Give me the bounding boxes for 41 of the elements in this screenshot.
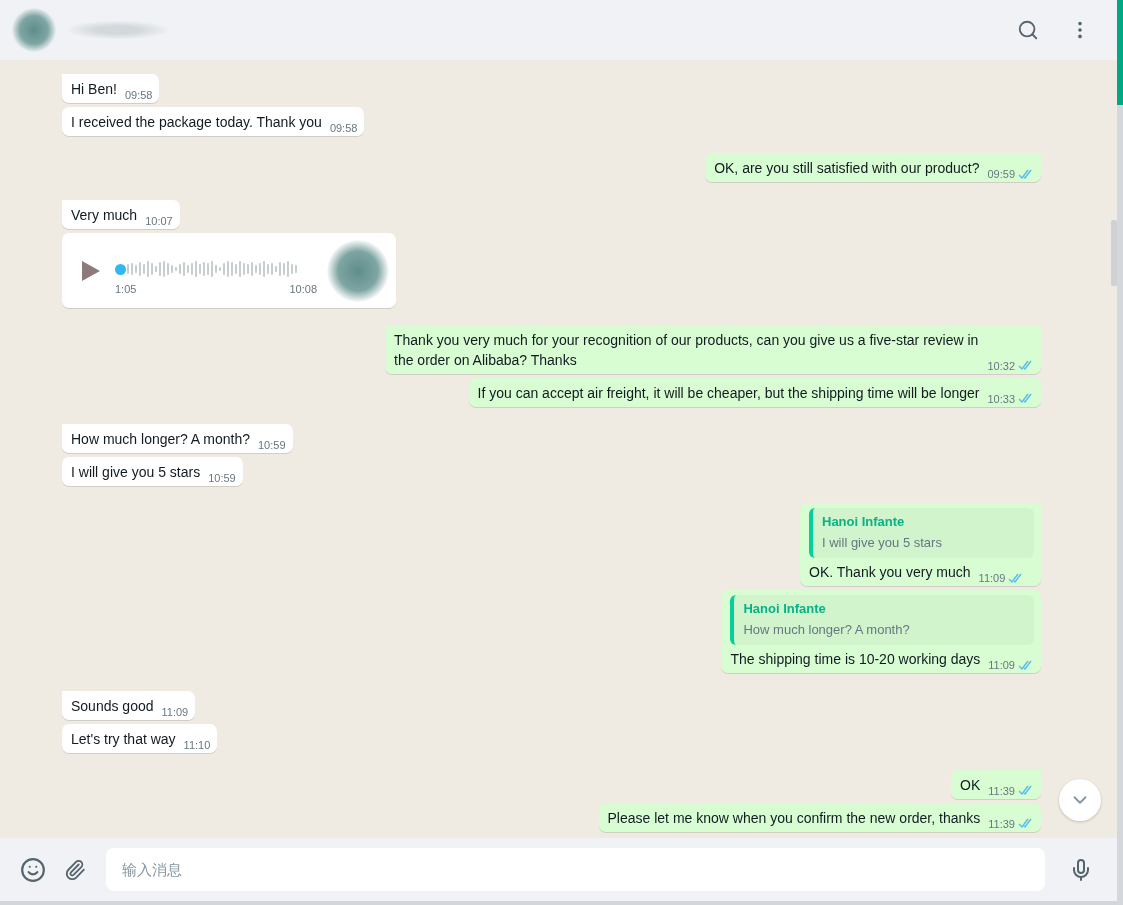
message-text: OK, are you still satisfied with our product?	[714, 159, 980, 179]
message-time: 10:32	[987, 359, 1015, 372]
message-text: Hi Ben!	[71, 80, 117, 99]
progress-thumb[interactable]	[115, 263, 126, 275]
message-time: 10:08	[289, 282, 317, 295]
message-text: I will give you 5 stars	[71, 463, 201, 483]
message-time: 11:39	[988, 817, 1015, 830]
message-time: 10:59	[258, 439, 286, 452]
message-time: 11:09	[161, 705, 189, 718]
avatar[interactable]	[12, 8, 56, 52]
message-text: Please let me know when you confirm the new order, thanks	[607, 808, 981, 828]
message-text: If you can accept air freight, it will be cheaper, but the shipping time will be longer	[477, 383, 980, 403]
quoted-message[interactable]: Hanoi Infante I will give you 5 stars	[809, 508, 1034, 559]
quote-text: How much longer? A month?	[743, 622, 911, 638]
voice-duration: 1:05	[115, 282, 137, 295]
message-time: 10:33	[987, 392, 1015, 405]
message-time: 09:58	[124, 89, 153, 101]
message-text: I received the package today. Thank you	[71, 113, 322, 132]
message-time: 09:58	[329, 122, 358, 134]
message-text: How much longer? A month?	[71, 430, 250, 450]
message-time: 11:10	[183, 738, 211, 751]
message-time: 09:59	[987, 168, 1015, 181]
message-text: OK	[960, 775, 981, 795]
quote-text: I will give you 5 stars	[822, 535, 943, 551]
message-text: OK. Thank you very much	[809, 563, 971, 583]
message-text: Let's try that way	[71, 729, 176, 749]
message-time: 10:59	[208, 472, 236, 485]
quoted-message[interactable]: Hanoi Infante How much longer? A month?	[730, 595, 1034, 646]
message-text: Thank you very much for your recognition of our products, can you give us a five-star review in the order on Alibaba? Thanks	[394, 330, 980, 370]
message-time: 11:09	[978, 572, 1006, 585]
message-time: 10:07	[145, 214, 173, 227]
quote-author: Hanoi Infante	[743, 601, 827, 617]
message-text: The shipping time is 10-20 working days	[730, 650, 981, 670]
scroll-down-button[interactable]	[1059, 779, 1101, 821]
message-time: 11:09	[988, 659, 1015, 672]
message-text: Very much	[71, 205, 138, 225]
quote-author: Hanoi Infante	[822, 514, 906, 530]
message-time: 11:39	[988, 784, 1015, 797]
message-text: Sounds good	[71, 696, 154, 716]
scrollbar-thumb[interactable]	[1111, 220, 1117, 286]
message-input[interactable]: 输入消息	[106, 848, 1045, 891]
